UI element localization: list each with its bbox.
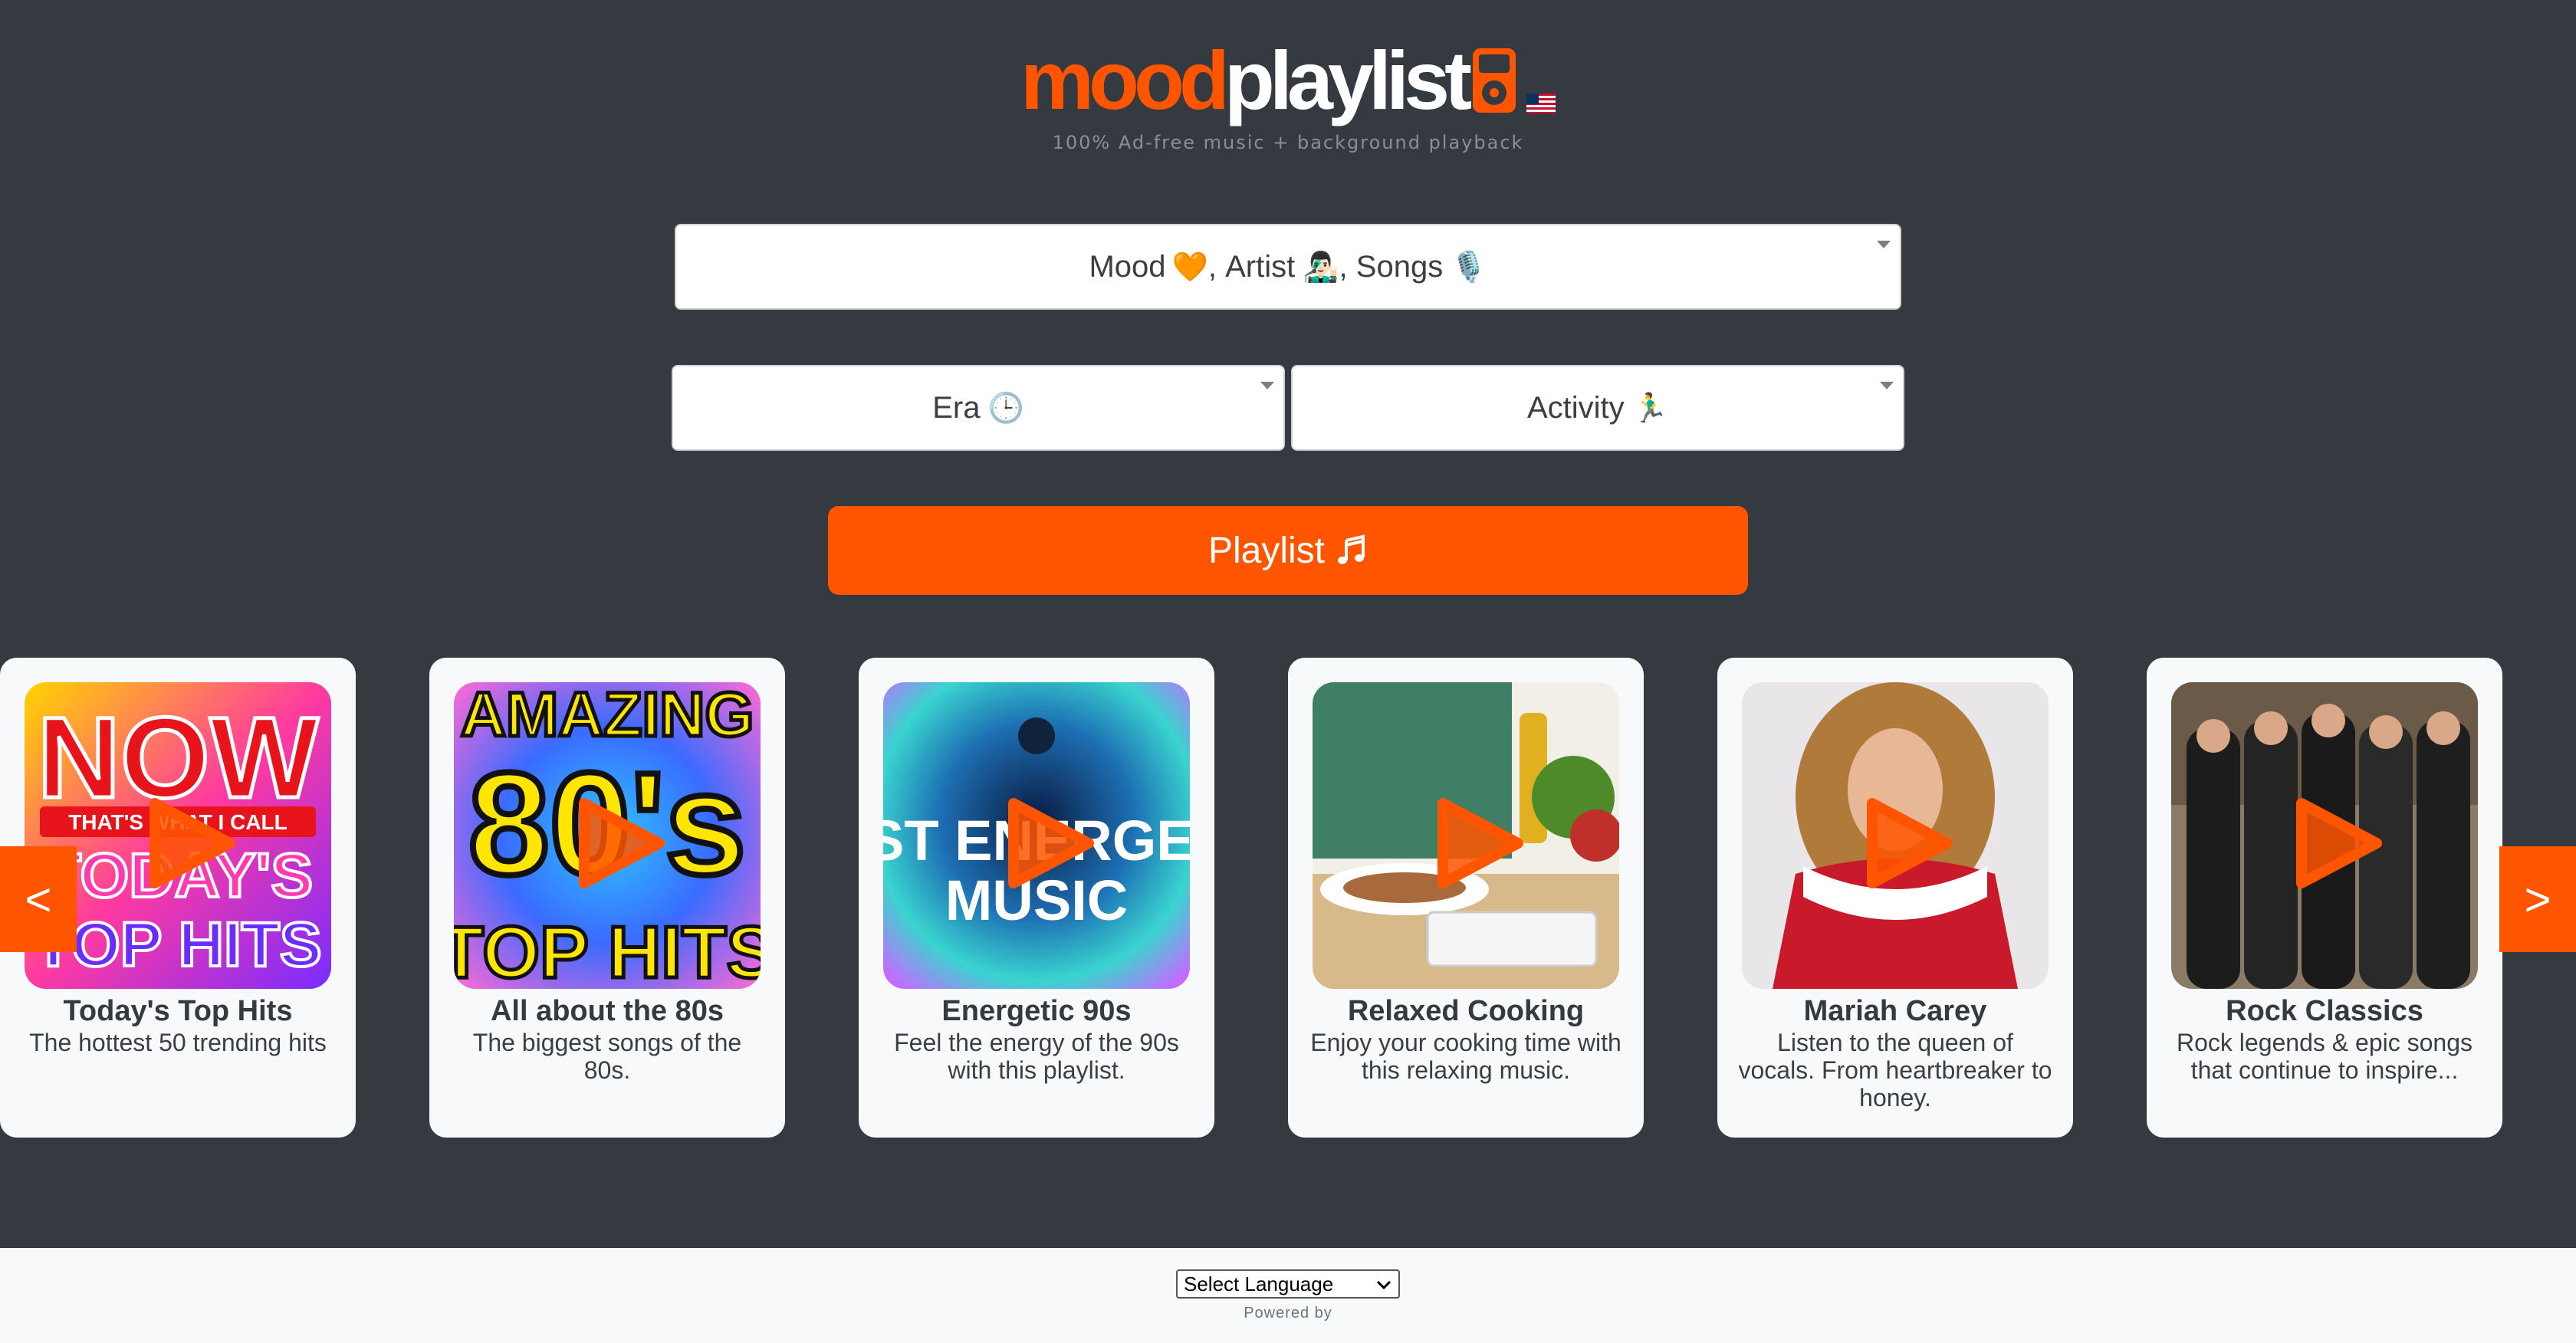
playlist-card-energetic-90s[interactable]: BEST ENERGETIC MUSIC Energetic 90s Feel …: [859, 658, 1214, 1138]
playlist-button-label: Playlist: [1208, 530, 1326, 571]
mood-label: Mood: [1089, 249, 1166, 284]
card-title: Rock Classics: [2226, 995, 2423, 1027]
card-thumbnail: BEST ENERGETIC MUSIC: [883, 682, 1190, 989]
comma-separator: ,: [1339, 249, 1356, 284]
era-label: Era: [932, 390, 981, 425]
art-text: TOP HITS: [34, 910, 321, 980]
comma-separator: ,: [1208, 249, 1226, 284]
carousel-prev-button[interactable]: <: [0, 846, 77, 952]
card-title: Relaxed Cooking: [1347, 995, 1585, 1027]
artist-label: Artist: [1225, 249, 1296, 284]
runner-icon: 🏃‍♂️: [1631, 390, 1668, 425]
singer-icon: 👨🏻‍🎤: [1303, 249, 1339, 284]
logo-mood-text: mood: [1020, 34, 1230, 126]
logo[interactable]: mood playlist: [1020, 31, 1556, 130]
card-description: Enjoy your cooking time with this relaxi…: [1310, 1029, 1622, 1084]
playlist-card-relaxed-cooking[interactable]: Relaxed Cooking Enjoy your cooking time …: [1288, 658, 1644, 1138]
card-description: Feel the energy of the 90s with this pla…: [894, 1029, 1179, 1084]
play-icon[interactable]: [1857, 797, 1957, 889]
carousel-next-button[interactable]: >: [2499, 846, 2576, 952]
chevron-down-icon: [1376, 1280, 1392, 1290]
card-title: Mariah Carey: [1803, 995, 1987, 1027]
songs-label: Songs: [1355, 249, 1444, 284]
us-flag-icon[interactable]: [1526, 94, 1556, 113]
powered-by-text: Powered by: [1244, 1305, 1332, 1322]
language-select-label: Select Language: [1184, 1272, 1334, 1295]
microphone-icon: 🎙️: [1451, 249, 1487, 284]
card-description: The hottest 50 trending hits: [29, 1029, 327, 1056]
chevron-down-icon: [1877, 241, 1891, 248]
card-thumbnail: AMAZING 80's TOP HITS: [454, 682, 761, 989]
chevron-down-icon: [1880, 382, 1894, 389]
card-title: All about the 80s: [490, 995, 724, 1027]
language-select[interactable]: Select Language: [1176, 1269, 1400, 1299]
logo-playlist-text: playlist: [1224, 34, 1472, 126]
era-select[interactable]: Era 🕒: [672, 365, 1285, 451]
card-title: Energetic 90s: [941, 995, 1132, 1027]
playlist-card-mariah-carey[interactable]: Mariah Carey Listen to the queen of voca…: [1717, 658, 2073, 1138]
playlist-card-all-about-the-80s[interactable]: AMAZING 80's TOP HITS All about the 80s …: [429, 658, 785, 1138]
footer: Select Language Powered by: [0, 1248, 2576, 1343]
card-thumbnail: [1742, 682, 2049, 989]
art-text: AMAZING: [461, 682, 754, 750]
playlist-button[interactable]: Playlist: [828, 506, 1748, 595]
play-icon[interactable]: [998, 797, 1098, 889]
chevron-down-icon: [1260, 382, 1274, 389]
art-text: TOP HITS: [454, 911, 761, 989]
mood-artist-songs-select[interactable]: Mood 🧡 , Artist 👨🏻‍🎤 , Songs 🎙️: [675, 224, 1901, 310]
play-icon[interactable]: [569, 797, 669, 889]
card-description: Listen to the queen of vocals. From hear…: [1738, 1029, 2052, 1112]
tagline: 100% Ad-free music + background playback: [1052, 132, 1524, 153]
play-icon[interactable]: [140, 797, 239, 889]
card-description: The biggest songs of the 80s.: [472, 1029, 742, 1084]
playlist-card-rock-classics[interactable]: Rock Classics Rock legends & epic songs …: [2147, 658, 2502, 1138]
play-icon[interactable]: [2286, 797, 2386, 889]
music-player-icon: [1473, 48, 1516, 113]
card-title: Today's Top Hits: [63, 995, 293, 1027]
card-thumbnail: [2171, 682, 2478, 989]
music-note-icon: [1338, 534, 1365, 564]
card-description: Rock legends & epic songs that continue …: [2177, 1029, 2472, 1084]
orange-heart-icon: 🧡: [1171, 249, 1208, 284]
card-thumbnail: [1313, 682, 1619, 989]
header: mood playlist 100% Ad-free music + backgr…: [0, 31, 2576, 153]
clock-icon: 🕒: [987, 390, 1024, 425]
play-icon[interactable]: [1428, 797, 1527, 889]
activity-select[interactable]: Activity 🏃‍♂️: [1291, 365, 1904, 451]
activity-label: Activity: [1526, 390, 1625, 425]
